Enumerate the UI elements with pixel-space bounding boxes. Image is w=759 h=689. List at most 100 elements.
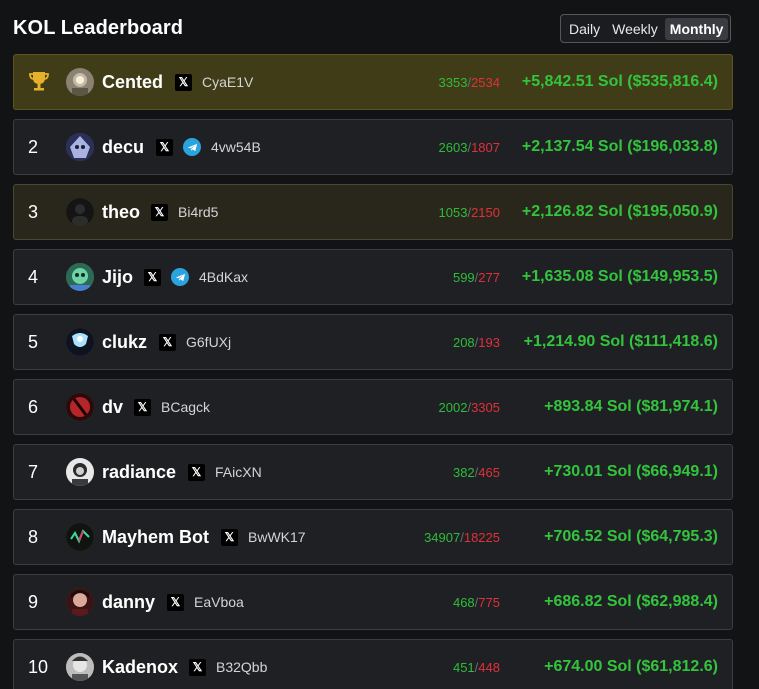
losses-count: 18225 [463,529,500,545]
wallet-address[interactable]: EaVboa [194,594,244,610]
x-twitter-icon[interactable]: 𝕏 [167,593,184,611]
wallet-address[interactable]: 4BdKax [199,269,248,285]
wins-count: 2603 [438,139,468,155]
rank-number: 9 [28,591,39,612]
socials: 𝕏 Bi4rd5 [151,203,218,221]
losses-count: 465 [478,464,500,480]
trade-counts: 451/448 [453,660,500,675]
losses-count: 1807 [471,139,500,155]
pnl-value: +2,137.54 Sol ($196,033.8) [521,138,718,155]
avatar[interactable] [66,198,94,226]
socials: 𝕏 EaVboa [167,593,244,611]
leaderboard-row[interactable]: 4 Jijo 𝕏 4BdKax 599/277 +1,635.08 Sol ($149,9… [13,249,733,305]
wins-count: 468 [452,594,475,610]
avatar[interactable] [66,68,94,96]
leaderboard-row[interactable]: 7 radiance 𝕏 FAicXN 382/465 +730.01 Sol ($66,… [13,444,733,500]
trade-counts: 1053/2150 [439,205,500,220]
losses-count: 775 [478,594,500,610]
avatar[interactable] [66,393,94,421]
x-twitter-icon[interactable]: 𝕏 [188,463,205,481]
avatar[interactable] [66,133,94,161]
pnl-value: +730.01 Sol ($66,949.1) [544,463,718,480]
wins-count: 34907 [424,529,461,545]
socials: 𝕏 CyaE1V [175,73,253,91]
leaderboard-row[interactable]: 3 theo 𝕏 Bi4rd5 1053/2150 +2,126.82 Sol ($195… [13,184,733,240]
pnl-value: +674.00 Sol ($61,812.6) [544,658,718,675]
socials: 𝕏 4BdKax [144,268,248,286]
losses-count: 3305 [471,399,500,415]
wallet-address[interactable]: BCagck [161,399,210,415]
rank-number: 6 [28,396,39,417]
wallet-address[interactable]: BwWK17 [248,529,306,545]
leaderboard-row[interactable]: 9 danny 𝕏 EaVboa 468/775 +686.82 Sol ($62,988… [13,574,733,630]
page-title: KOL Leaderboard [13,17,184,39]
avatar[interactable] [66,328,94,356]
trade-counts: 2002/3305 [439,400,500,415]
kol-name[interactable]: dv [102,397,123,418]
x-twitter-icon[interactable]: 𝕏 [189,658,206,676]
telegram-icon[interactable] [171,268,189,286]
trade-counts: 208/193 [453,335,500,350]
pnl-value: +1,635.08 Sol ($149,953.5) [521,268,718,285]
avatar[interactable] [66,263,94,291]
kol-name[interactable]: decu [102,137,144,158]
socials: 𝕏 4vw54B [156,138,261,156]
kol-name[interactable]: Jijo [102,267,133,288]
kol-name[interactable]: Cented [102,72,163,93]
wallet-address[interactable]: CyaE1V [202,74,253,90]
kol-name[interactable]: danny [102,592,155,613]
pnl-value: +1,214.90 Sol ($111,418.6) [523,333,718,350]
tab-daily[interactable]: Daily [564,18,605,40]
socials: 𝕏 BCagck [134,398,210,416]
kol-name[interactable]: radiance [102,462,176,483]
rank-number: 3 [28,201,39,222]
x-twitter-icon[interactable]: 𝕏 [159,333,176,351]
pnl-value: +706.52 Sol ($64,795.3) [544,528,718,545]
avatar[interactable] [66,588,94,616]
kol-name[interactable]: Kadenox [102,657,178,678]
leaderboard-row[interactable]: 6 dv 𝕏 BCagck 2002/3305 +893.84 Sol ($81,974.… [13,379,733,435]
wins-count: 208 [452,334,475,350]
wallet-address[interactable]: 4vw54B [211,139,261,155]
telegram-icon[interactable] [183,138,201,156]
x-twitter-icon[interactable]: 𝕏 [134,398,151,416]
avatar[interactable] [66,458,94,486]
wallet-address[interactable]: Bi4rd5 [178,204,218,220]
x-twitter-icon[interactable]: 𝕏 [151,203,168,221]
socials: 𝕏 B32Qbb [189,658,267,676]
losses-count: 2150 [471,204,500,220]
x-twitter-icon[interactable]: 𝕏 [144,268,161,286]
rank-number: 8 [28,526,39,547]
leaderboard-row[interactable]: 5 clukz 𝕏 G6fUXj 208/193 +1,214.90 Sol ($111,… [13,314,733,370]
socials: 𝕏 G6fUXj [159,333,231,351]
leaderboard-row[interactable]: 10 Kadenox 𝕏 B32Qbb 451/448 +674.00 Sol ($61,… [13,639,733,689]
pnl-value: +686.82 Sol ($62,988.4) [544,593,718,610]
wins-count: 451 [452,659,475,675]
leaderboard-row[interactable]: 8 Mayhem Bot 𝕏 BwWK17 34907/18225 +706.52 Sol… [13,509,733,565]
wins-count: 382 [452,464,475,480]
avatar[interactable] [66,523,94,551]
trade-counts: 599/277 [453,270,500,285]
socials: 𝕏 BwWK17 [221,528,306,546]
tab-weekly[interactable]: Weekly [607,18,663,40]
x-twitter-icon[interactable]: 𝕏 [221,528,238,546]
wins-count: 599 [452,269,475,285]
trade-counts: 2603/1807 [439,140,500,155]
pnl-value: +2,126.82 Sol ($195,050.9) [521,203,718,220]
rank-number: 4 [28,266,39,287]
trade-counts: 382/465 [453,465,500,480]
wins-count: 2002 [438,399,468,415]
avatar[interactable] [66,653,94,681]
x-twitter-icon[interactable]: 𝕏 [175,73,192,91]
kol-name[interactable]: clukz [102,332,147,353]
leaderboard-page: KOL Leaderboard Daily Weekly Monthly Cen… [0,0,759,689]
leaderboard-row[interactable]: 2 decu 𝕏 4vw54B 2603/1807 +2,137.54 Sol ($196… [13,119,733,175]
wallet-address[interactable]: B32Qbb [216,659,267,675]
wallet-address[interactable]: FAicXN [215,464,262,480]
x-twitter-icon[interactable]: 𝕏 [156,138,173,156]
tab-monthly[interactable]: Monthly [664,17,729,40]
kol-name[interactable]: theo [102,202,140,223]
kol-name[interactable]: Mayhem Bot [102,527,209,548]
leaderboard-row[interactable]: Cented 𝕏 CyaE1V 3353/2534 +5,842.51 Sol ($53… [13,54,733,110]
wallet-address[interactable]: G6fUXj [186,334,231,350]
